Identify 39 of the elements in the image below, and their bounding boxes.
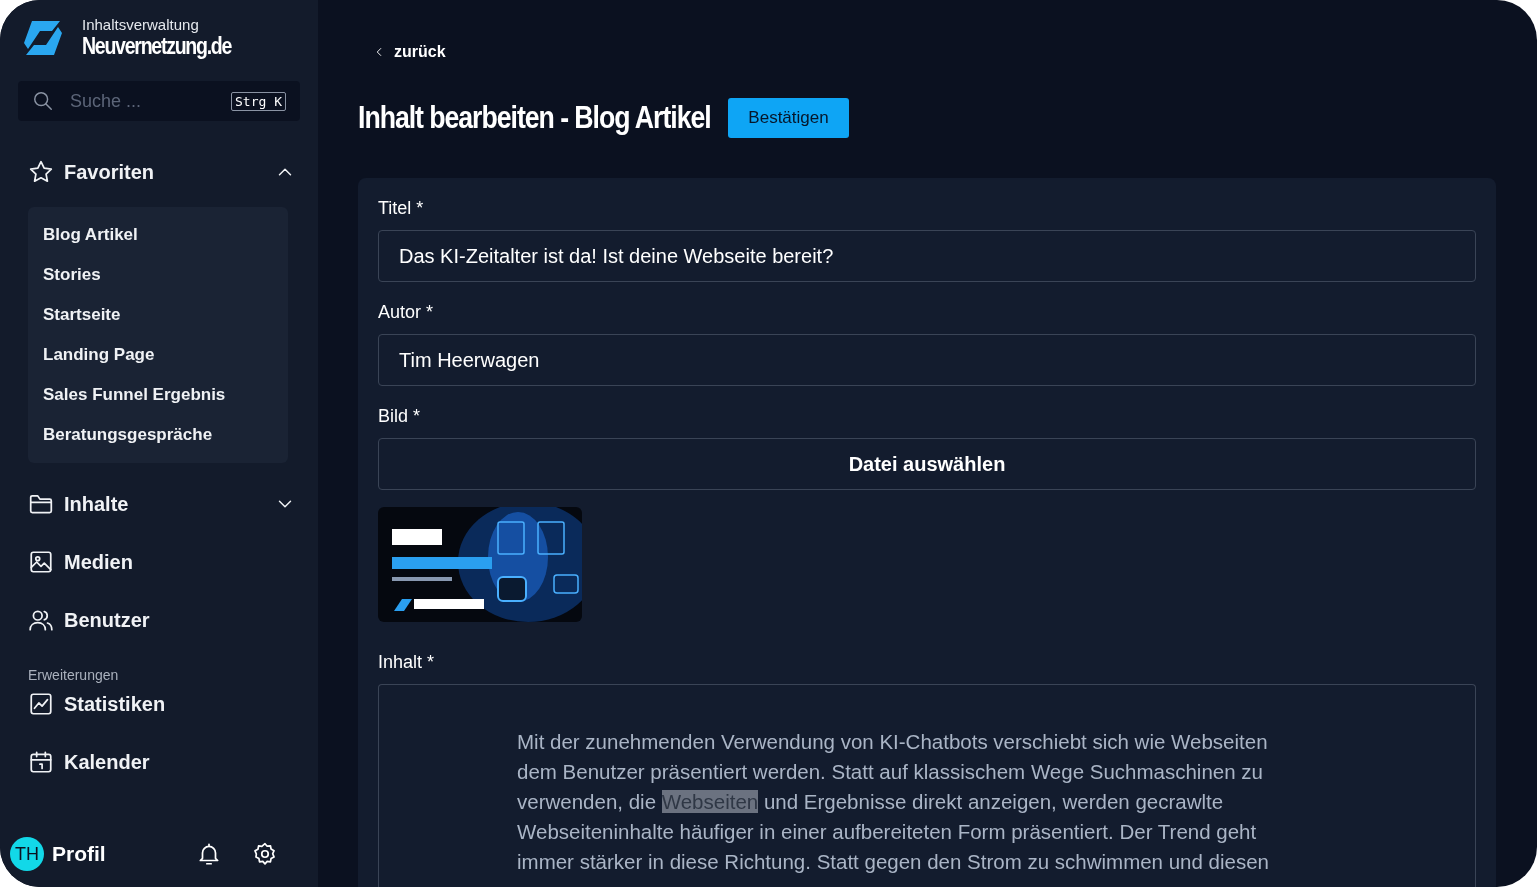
star-icon (28, 159, 54, 185)
search-field[interactable]: Suche ... Strg K (18, 81, 300, 121)
favorite-item[interactable]: Stories (28, 255, 288, 295)
favorite-item[interactable]: Landing Page (28, 335, 288, 375)
text-field[interactable]: Tim Heerwagen (378, 334, 1476, 386)
calendar-icon (28, 749, 54, 775)
brand-subtitle: Inhaltsverwaltung (82, 16, 200, 33)
file-select-button[interactable]: Datei auswählen (378, 438, 1476, 490)
profile-link[interactable]: Profil (52, 842, 188, 866)
content-editor[interactable] (378, 684, 1476, 887)
text-field[interactable]: Das KI-Zeitalter ist da! Ist deine Webseite bereit? (378, 230, 1476, 282)
nav-item[interactable]: Inhalte (28, 486, 300, 522)
favorite-item[interactable]: Blog Artikel (28, 215, 288, 255)
nav-item[interactable]: Medien (28, 544, 300, 580)
content-paragraph: Mit der zunehmenden Verwendung von KI-Chatbots verschiebt sich wie Webseiten dem Benutzer präsentiert werden. Statt auf klassischem Wege Suchmaschinen zu verwenden, die Webseiten und Ergebnisse direkt anzeigen, werden gecrawlte Webseiteninhalte häufiger in einer aufbereiteten Form präsentiert. Der Trend geht immer stärker in diese Richtung. Statt gegen den Strom zu schwimmen und diesen (517, 729, 1271, 875)
favorite-item[interactable]: Beratungsgespräche (28, 415, 288, 455)
field-label: Inhalt * (378, 652, 436, 674)
settings-icon (252, 841, 278, 867)
nav-item[interactable]: Kalender (28, 744, 300, 780)
field-label: Bild * (378, 406, 422, 428)
logo-icon (22, 18, 64, 57)
field-label: Titel * (378, 198, 425, 220)
shortcut-key: Strg K (231, 91, 286, 111)
field-label: Autor * (378, 302, 435, 324)
avatar[interactable]: TH (10, 837, 44, 871)
confirm-button[interactable]: Bestätigen (728, 98, 849, 138)
image-icon (28, 549, 54, 575)
brand-name: Neuvernetzung.de (82, 33, 232, 59)
notification-icon (196, 841, 222, 867)
nav-item[interactable]: Statistiken (28, 686, 300, 722)
page-title: Inhalt bearbeiten - Blog Artikel (358, 100, 711, 136)
section-label: Erweiterungen (28, 667, 120, 683)
favorite-item[interactable]: Sales Funnel Ergebnis (28, 375, 288, 415)
search-icon (32, 90, 54, 112)
nav-item[interactable]: Favoriten (28, 154, 300, 190)
nav-item[interactable]: Benutzer (28, 602, 300, 638)
back-link[interactable]: zurück (372, 42, 1496, 62)
chart-icon (28, 691, 54, 717)
favorite-item[interactable]: Startseite (28, 295, 288, 335)
